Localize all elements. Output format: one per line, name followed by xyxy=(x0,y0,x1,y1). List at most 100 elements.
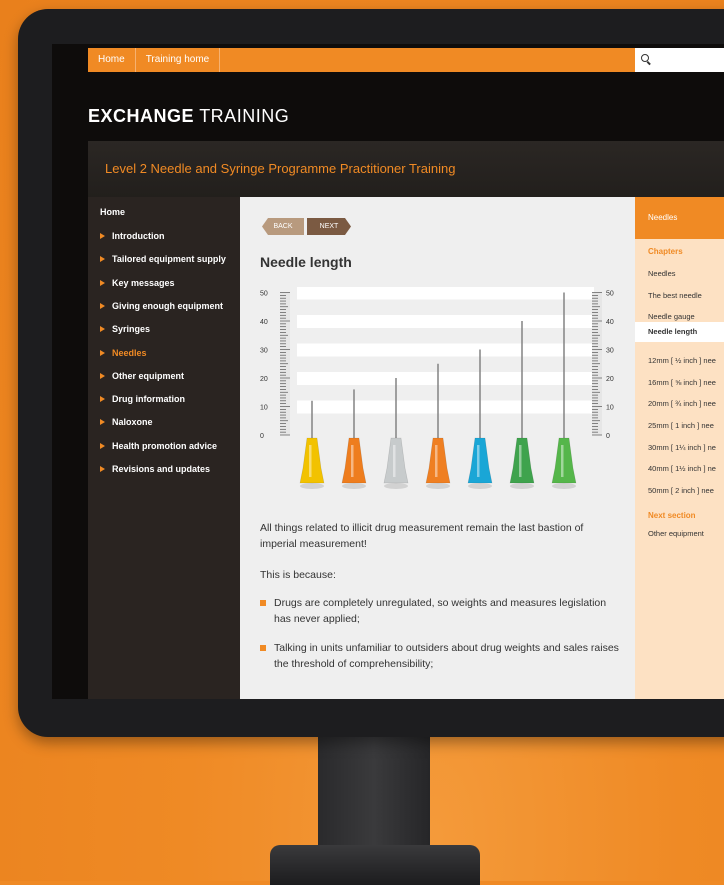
ruler-tick-label-right: 30 xyxy=(606,348,614,355)
nav-training-home-link[interactable]: Training home xyxy=(136,48,221,72)
sidebar-item[interactable]: Drug information xyxy=(100,394,185,404)
chapter-link[interactable]: 30mm [ 1¼ inch ] ne xyxy=(648,443,724,452)
chevron-right-icon xyxy=(100,279,105,286)
monitor-screen: Home Training home EXCHANGE TRAINING Lev… xyxy=(52,44,724,699)
chapters-label: Chapters xyxy=(648,247,683,256)
needle-length-illustration: 50 50 40 40 30 30 20 20 10 10 0 0 xyxy=(260,287,614,489)
chevron-right-icon xyxy=(100,326,105,333)
needle-hub xyxy=(341,437,367,484)
chapter-link[interactable]: 25mm [ 1 inch ] nee xyxy=(648,421,724,430)
sidebar-item[interactable]: Other equipment xyxy=(100,371,184,381)
needle-shadow xyxy=(342,483,366,489)
ruler-tick-label-left: 20 xyxy=(260,376,268,383)
body-paragraph: All things related to illicit drug measu… xyxy=(260,522,584,550)
ruler-tick-label-left: 50 xyxy=(260,291,268,298)
nav-home-link[interactable]: Home xyxy=(88,48,136,72)
needle-hub xyxy=(299,437,325,484)
needle-hub xyxy=(383,437,409,484)
needle-shadow xyxy=(426,483,450,489)
top-nav: Home Training home xyxy=(88,48,648,72)
page-title: Needle length xyxy=(260,254,352,270)
ruler-tick-label-right: 0 xyxy=(606,433,610,440)
needle-hub-highlight xyxy=(561,445,564,477)
needle-shadow xyxy=(300,483,324,489)
grid-band xyxy=(297,343,594,357)
chapter-link[interactable]: Needles xyxy=(648,269,724,278)
needle-hub-highlight xyxy=(309,445,312,477)
needle-hub xyxy=(551,437,577,484)
chevron-right-icon xyxy=(100,419,105,426)
next-section-link[interactable]: Other equipment xyxy=(648,529,724,538)
grid-band xyxy=(297,287,594,300)
brand-logo: EXCHANGE TRAINING xyxy=(88,106,290,126)
chapter-link[interactable]: 12mm [ ½ inch ] nee xyxy=(648,356,724,365)
list-item: Talking in units unfamiliar to outsiders… xyxy=(260,640,624,672)
course-header: Level 2 Needle and Syringe Programme Pra… xyxy=(88,141,724,198)
needle-hub-highlight xyxy=(477,445,480,477)
needle-hub-highlight xyxy=(393,445,396,477)
chapters-panel: Needles Chapters Needles The best needle N… xyxy=(635,197,724,699)
ruler-tick-label-right: 20 xyxy=(606,376,614,383)
needle-shadow xyxy=(468,483,492,489)
course-title: Level 2 Needle and Syringe Programme Pra… xyxy=(105,161,456,176)
body-paragraph: This is because: xyxy=(260,569,336,581)
chapter-link[interactable]: 40mm [ 1½ inch ] ne xyxy=(648,464,724,473)
grid-band xyxy=(297,315,594,328)
chevron-right-icon xyxy=(100,466,105,472)
chapter-link[interactable]: 50mm [ 2 inch ] nee xyxy=(648,486,724,495)
bullet-icon xyxy=(260,645,266,651)
chapters-panel-header: Needles xyxy=(635,197,724,239)
chevron-right-icon xyxy=(100,233,105,239)
chapter-link[interactable]: Needle gauge xyxy=(648,312,724,321)
ruler-tick-label-left: 30 xyxy=(260,348,268,355)
monitor-base xyxy=(270,845,480,885)
sidebar-item[interactable]: Needles xyxy=(100,348,147,358)
needle-shadow xyxy=(384,483,408,489)
sidebar-home-link[interactable]: Home xyxy=(100,207,125,217)
needle-hub xyxy=(425,437,451,484)
ruler-tick-label-right: 10 xyxy=(606,405,614,412)
next-section-label: Next section xyxy=(648,511,696,520)
ruler-tick-label-right: 40 xyxy=(606,319,614,326)
bullet-icon xyxy=(260,600,266,606)
needle-hub-highlight xyxy=(435,445,438,477)
sidebar-item[interactable]: Naloxone xyxy=(100,417,153,427)
sidebar: Home Introduction Tailored equipment supp… xyxy=(88,197,240,699)
chevron-right-icon xyxy=(100,349,105,356)
search-icon xyxy=(641,54,649,62)
chevron-right-icon xyxy=(100,442,105,449)
back-button[interactable]: BACK xyxy=(262,218,304,235)
grid-band xyxy=(297,372,594,385)
main-content: BACK NEXT Needle length 50 50 40 40 30 30 20 20… xyxy=(240,197,635,699)
needle-hub xyxy=(467,437,493,484)
list-item: Drugs are completely unregulated, so wei… xyxy=(260,595,624,627)
needle-hub-highlight xyxy=(519,445,522,477)
ruler-tick-label-left: 10 xyxy=(260,405,268,412)
needle-hub-highlight xyxy=(351,445,354,477)
grid-band xyxy=(297,400,594,414)
sidebar-item[interactable]: Revisions and updates xyxy=(100,464,210,474)
ruler-tick-label-left: 40 xyxy=(260,319,268,326)
sidebar-item[interactable]: Health promotion advice xyxy=(100,441,217,451)
sidebar-item[interactable]: Key messages xyxy=(100,278,175,288)
chapter-link[interactable]: Needle length xyxy=(635,322,724,343)
chevron-right-icon xyxy=(100,372,105,379)
chevron-right-icon xyxy=(100,256,105,263)
ruler-tick-label-right: 50 xyxy=(606,291,614,298)
chevron-right-icon xyxy=(100,302,105,309)
ruler-tick-label-left: 0 xyxy=(260,433,264,440)
monitor-stand xyxy=(318,735,430,850)
search-input[interactable] xyxy=(635,48,724,72)
sidebar-item[interactable]: Giving enough equipment xyxy=(100,301,223,311)
needle-shadow xyxy=(552,483,576,489)
sidebar-item[interactable]: Tailored equipment supply xyxy=(100,254,226,264)
sidebar-item[interactable]: Introduction xyxy=(100,231,165,241)
needle-hub xyxy=(509,437,535,484)
chapter-link[interactable]: The best needle xyxy=(648,291,724,300)
chapter-link[interactable]: 20mm [ ¾ inch ] nee xyxy=(648,399,724,408)
chevron-right-icon xyxy=(100,396,105,403)
needle-shadow xyxy=(510,483,534,489)
sidebar-item[interactable]: Syringes xyxy=(100,324,150,334)
next-button[interactable]: NEXT xyxy=(307,218,351,235)
chapter-link[interactable]: 16mm [ ⅝ inch ] nee xyxy=(648,378,724,387)
